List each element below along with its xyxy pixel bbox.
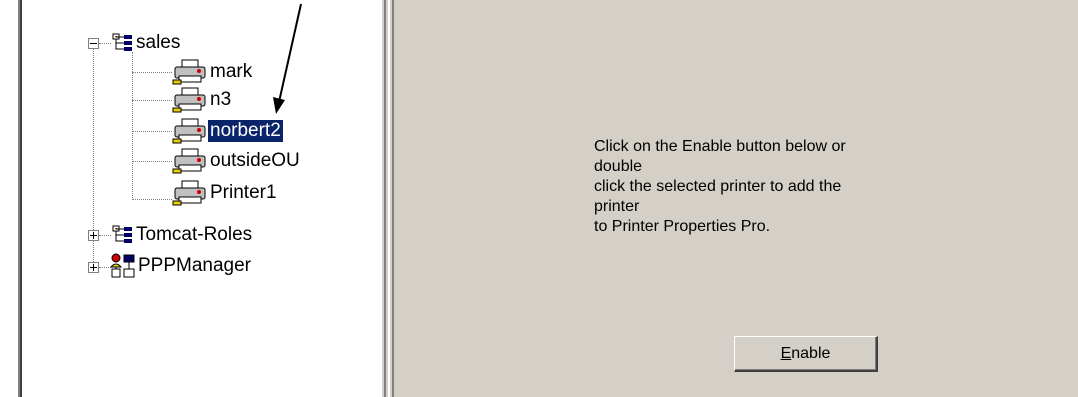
group-icon xyxy=(112,225,132,243)
enable-button[interactable]: Enable xyxy=(734,336,878,372)
pane-splitter[interactable] xyxy=(382,0,406,397)
window-left-border xyxy=(0,0,24,397)
printer-icon xyxy=(172,180,206,206)
expand-toggle[interactable] xyxy=(88,230,99,241)
tree-node-label: Tomcat-Roles xyxy=(136,224,253,245)
details-panel: Click on the Enable button below or doub… xyxy=(406,0,1078,397)
tree-node-label: PPPManager xyxy=(138,255,252,276)
printer-icon xyxy=(172,148,206,174)
enable-mnemonic: E xyxy=(780,344,792,362)
tree-view[interactable]: sales mark n3 norbert2 outsideOU Printer… xyxy=(24,0,382,397)
tree-node-tomcat-roles[interactable]: Tomcat-Roles xyxy=(112,222,254,248)
tree-node-label: outsideOU xyxy=(210,150,300,171)
expand-toggle[interactable] xyxy=(88,262,99,273)
tree-node-pppmanager[interactable]: PPPManager xyxy=(110,253,253,279)
tree-node-printer1[interactable]: Printer1 xyxy=(172,180,279,206)
annotation-arrow xyxy=(273,3,302,114)
enable-label: nable xyxy=(791,344,831,362)
tree-node-outsideou[interactable]: outsideOU xyxy=(172,148,302,174)
tree-node-label: Printer1 xyxy=(210,182,277,203)
instruction-text: Click on the Enable button below or doub… xyxy=(594,138,846,235)
users-icon xyxy=(110,253,135,278)
